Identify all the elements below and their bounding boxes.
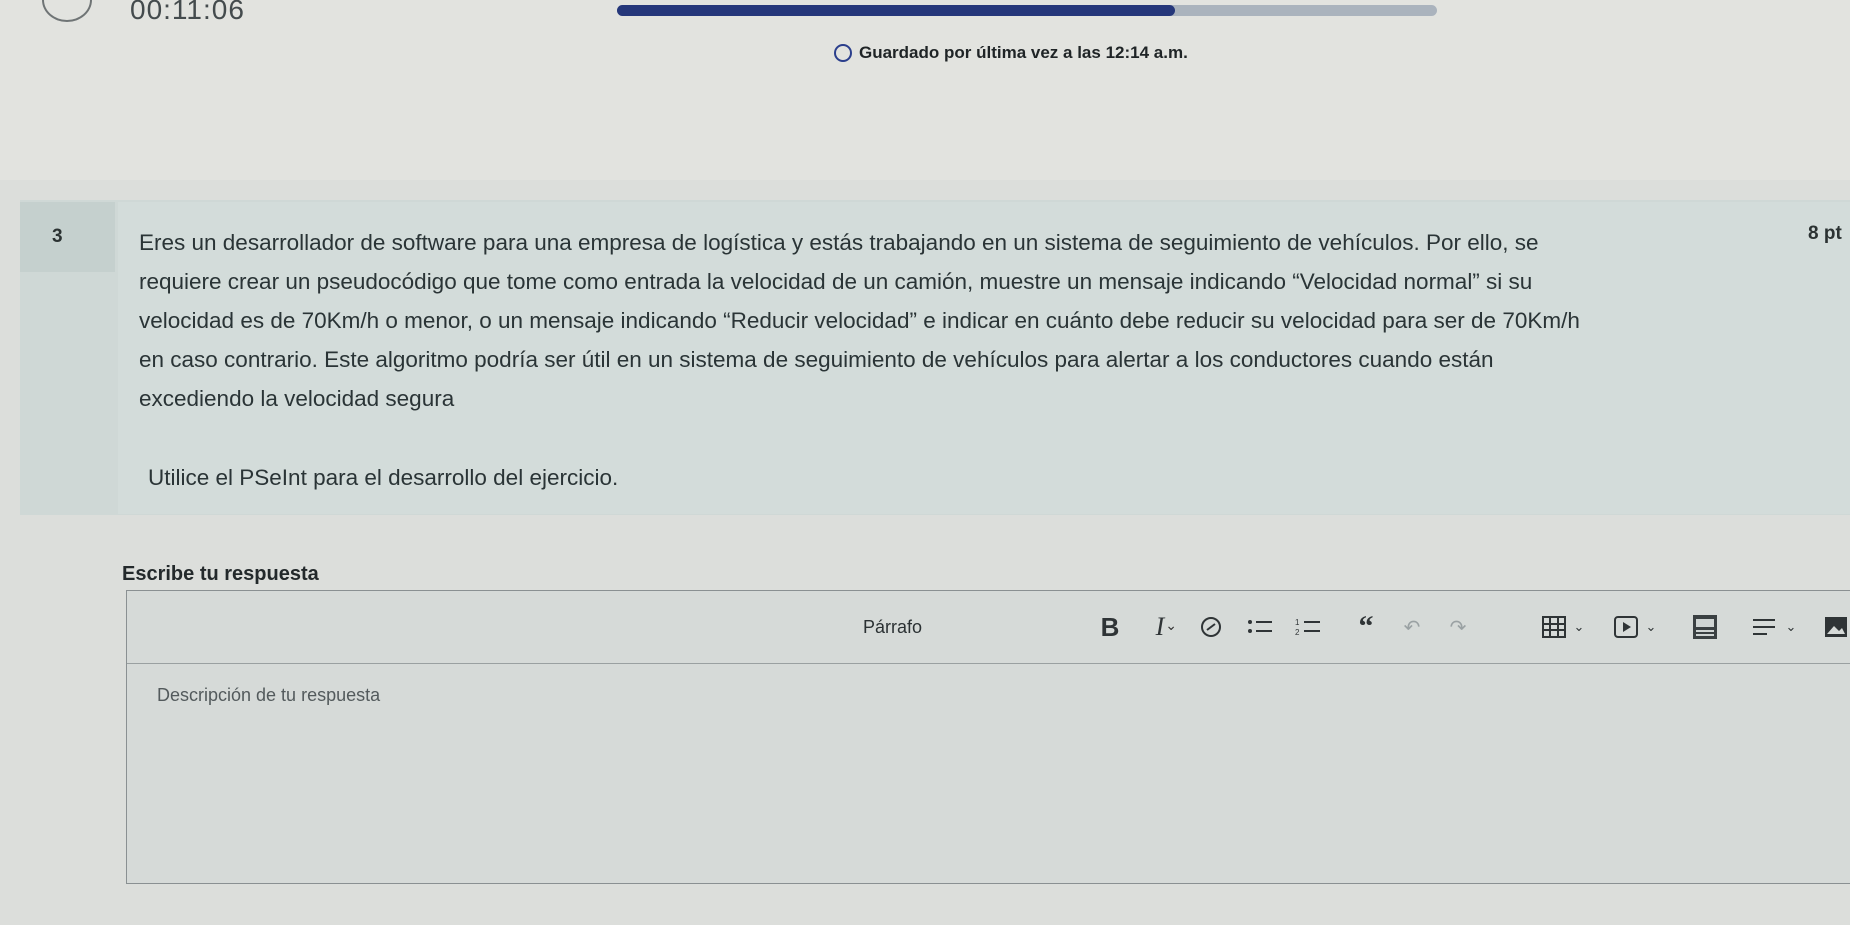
numbered-list-icon: 12 <box>1295 618 1320 637</box>
chevron-down-icon: ⌄ <box>1645 619 1657 634</box>
redo-icon: ↷ <box>1449 616 1467 639</box>
answer-placeholder: Descripción de tu respuesta <box>157 685 381 705</box>
chevron-down-icon: ⌄ <box>1573 619 1585 634</box>
undo-button[interactable]: ↶ <box>1395 609 1429 645</box>
link-button[interactable] <box>1195 609 1227 645</box>
align-icon <box>1752 619 1775 635</box>
undo-icon: ↶ <box>1403 616 1421 639</box>
question-instruction: Utilice el PSeInt para el desarrollo del… <box>148 465 619 490</box>
table-button[interactable]: ⌄ <box>1533 609 1593 645</box>
paragraph-style-select[interactable]: Párrafo ⌄ <box>857 609 1187 643</box>
timer-icon <box>42 0 92 22</box>
chevron-down-icon: ⌄ <box>1785 619 1797 634</box>
answer-label: Escribe tu respuesta <box>122 563 319 585</box>
bullet-list-icon <box>1248 620 1272 633</box>
progress-bar-fill <box>617 5 1175 16</box>
question-text: Eres un desarrollador de software para u… <box>139 230 1580 411</box>
rich-text-editor: Párrafo ⌄ B I 12 “ ↶ ↷ ⌄ ⌄ ⌄ Descripción… <box>126 590 1850 884</box>
image-icon <box>1693 615 1717 639</box>
timer: 00:11:06 <box>130 0 245 25</box>
saved-status: Guardado por última vez a las 12:14 a.m. <box>834 43 1188 63</box>
top-bar: 00:11:06 Guardado por última vez a las 1… <box>0 0 1850 180</box>
image-button[interactable] <box>1685 609 1725 645</box>
paragraph-style-label: Párrafo <box>863 617 923 637</box>
redo-button[interactable]: ↷ <box>1441 609 1475 645</box>
image-icon <box>1825 617 1847 637</box>
media-icon <box>1613 616 1638 638</box>
bullet-list-button[interactable] <box>1243 609 1277 645</box>
media-button[interactable]: ⌄ <box>1605 609 1665 645</box>
question-points: 8 pt <box>1808 223 1842 244</box>
image-insert-button[interactable] <box>1821 609 1850 645</box>
italic-button[interactable]: I <box>1145 609 1175 645</box>
blockquote-button[interactable]: “ <box>1349 609 1383 645</box>
saved-status-text: Guardado por última vez a las 12:14 a.m. <box>859 43 1188 62</box>
answer-input[interactable] <box>127 664 1850 883</box>
numbered-list-button[interactable]: 12 <box>1291 609 1325 645</box>
svg-text:1: 1 <box>1295 618 1300 627</box>
svg-text:2: 2 <box>1295 628 1300 637</box>
align-button[interactable]: ⌄ <box>1739 609 1809 645</box>
table-icon <box>1541 616 1566 638</box>
progress-bar <box>617 5 1437 16</box>
bold-button[interactable]: B <box>1095 609 1125 645</box>
question-number-box <box>20 202 115 272</box>
editor-toolbar: Párrafo ⌄ B I 12 “ ↶ ↷ ⌄ ⌄ ⌄ <box>127 591 1850 664</box>
blockquote-icon: “ <box>1358 610 1374 643</box>
saved-status-icon <box>834 44 852 62</box>
link-icon <box>1201 617 1221 637</box>
question-number: 3 <box>52 226 63 247</box>
